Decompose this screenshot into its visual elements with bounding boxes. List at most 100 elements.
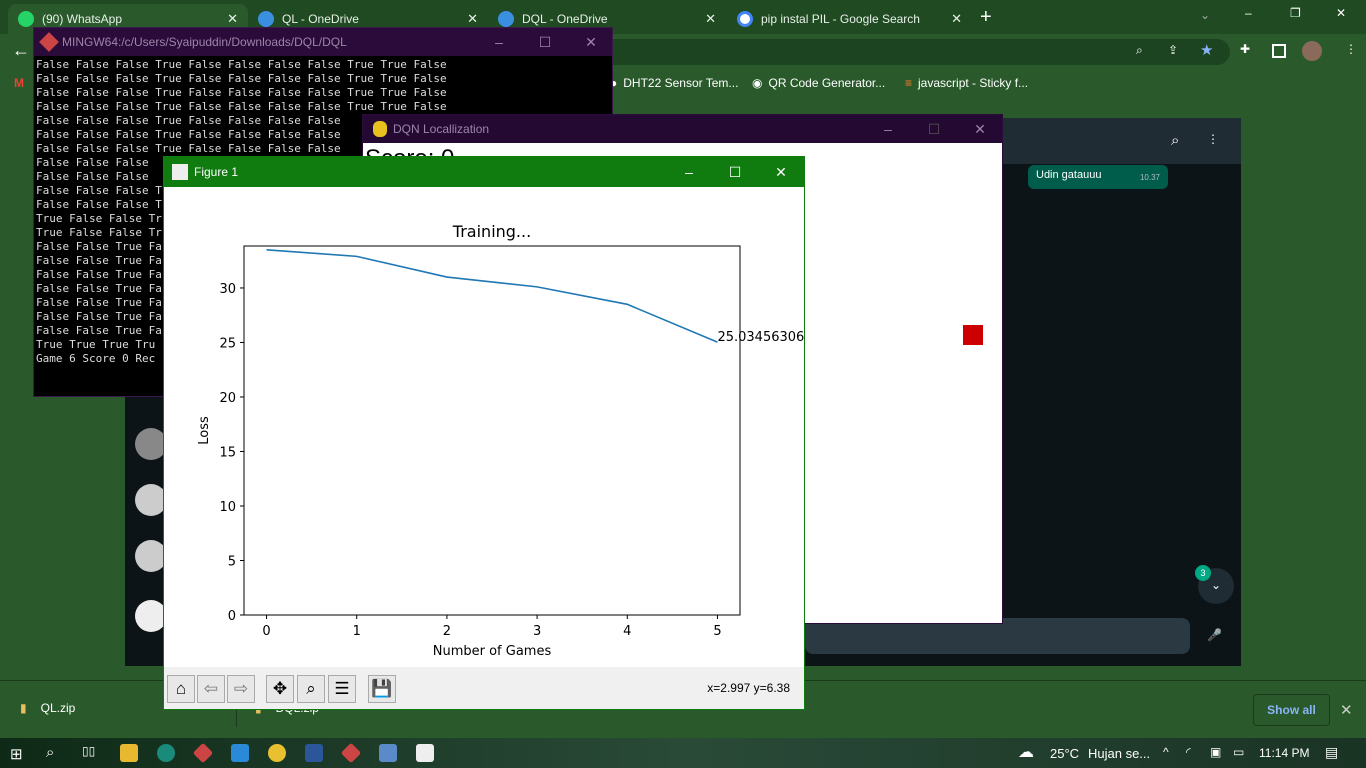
download-item-ql[interactable]: ▮ QL.zip xyxy=(20,701,75,715)
close-icon[interactable]: ✕ xyxy=(568,28,614,56)
maximize-icon[interactable]: ☐ xyxy=(712,157,758,187)
pan-icon[interactable]: ✥ xyxy=(266,675,294,703)
mic-icon[interactable]: 🎤 xyxy=(1207,628,1222,642)
bookmark-star-icon[interactable]: ★ xyxy=(1200,41,1213,59)
word-icon[interactable] xyxy=(305,744,323,762)
zoom-icon[interactable]: ⌕ xyxy=(1136,43,1143,58)
menu-icon[interactable]: ⋮ xyxy=(1207,132,1219,146)
terminal-line: False False False True False False False… xyxy=(36,100,447,113)
close-tab-icon[interactable]: ✕ xyxy=(227,11,238,27)
close-downloads-icon[interactable]: ✕ xyxy=(1340,701,1353,719)
x-tick-label: 4 xyxy=(623,624,631,639)
tab-google-search[interactable]: pip instal PIL - Google Search ✕ xyxy=(727,4,972,34)
figure-titlebar[interactable]: Figure 1 – ☐ ✕ xyxy=(164,157,804,187)
terminal-line: False False False True False False False… xyxy=(36,86,447,99)
show-all-button[interactable]: Show all xyxy=(1253,694,1330,726)
chart-title: Training... xyxy=(452,222,531,241)
search-icon[interactable]: ⌕ xyxy=(46,744,54,761)
windows-start-icon[interactable]: ⊞ xyxy=(10,745,23,763)
bookmark-dht22[interactable]: ● DHT22 Sensor Tem... xyxy=(610,76,738,90)
close-tab-icon[interactable]: ✕ xyxy=(705,11,716,27)
x-tick-label: 5 xyxy=(713,624,721,639)
save-icon[interactable]: 💾 xyxy=(368,675,396,703)
extensions-icon[interactable]: ✚ xyxy=(1240,42,1250,56)
stackoverflow-icon: ≡ xyxy=(905,76,913,90)
taskbar: ⊞ ⌕ ▯▯ ☁ 25°C Hujan se... ^ ◜ ▣ ▭ 11:14 … xyxy=(0,738,1366,768)
show-hidden-icons[interactable]: ^ xyxy=(1163,745,1169,759)
minimize-icon[interactable]: – xyxy=(865,115,911,143)
dqn-titlebar[interactable]: DQN Locallization – ☐ ✕ xyxy=(363,115,1002,143)
weather-temp[interactable]: 25°C xyxy=(1050,746,1079,761)
figure-title: Figure 1 xyxy=(194,165,239,179)
minimize-icon[interactable]: – xyxy=(666,157,712,187)
x-tick-label: 2 xyxy=(443,624,451,639)
matplotlib-icon xyxy=(172,164,188,180)
dqn-title: DQN Locallization xyxy=(393,122,490,136)
task-view-icon[interactable]: ▯▯ xyxy=(82,744,95,758)
y-tick-label: 20 xyxy=(219,391,236,406)
forward-arrow-icon[interactable]: ⇨ xyxy=(227,675,255,703)
maximize-icon[interactable]: ☐ xyxy=(522,28,568,56)
loss-chart[interactable]: 0 1 2 3 4 5 0 5 10 15 20 25 30 25.03456306 Training...… xyxy=(164,187,804,667)
y-tick-label: 5 xyxy=(228,554,236,569)
bookmark-label: DHT22 Sensor Tem... xyxy=(623,76,739,90)
y-axis-label: Loss xyxy=(197,416,212,445)
zoom-icon[interactable]: ⌕ xyxy=(297,675,325,703)
bookmark-qr[interactable]: ◉ QR Code Generator... xyxy=(752,76,885,90)
vscode-icon[interactable] xyxy=(231,744,249,762)
new-tab-button[interactable]: + xyxy=(980,6,992,29)
minimize-icon[interactable]: – xyxy=(1245,6,1252,20)
message-bubble: Udin gatauuu 10.37 xyxy=(1028,165,1168,189)
search-icon[interactable]: ⌕ xyxy=(1171,132,1179,149)
tab-search-icon[interactable]: ⌄ xyxy=(1200,8,1210,22)
share-icon[interactable]: ⇪ xyxy=(1168,43,1178,57)
camera-icon[interactable]: ▣ xyxy=(1210,745,1221,759)
back-arrow-icon[interactable]: ⇦ xyxy=(197,675,225,703)
close-tab-icon[interactable]: ✕ xyxy=(951,11,962,27)
chat-header: ⌕ ⋮ xyxy=(1003,118,1241,164)
git-bash-icon[interactable] xyxy=(192,742,214,764)
notifications-icon[interactable]: ▤ xyxy=(1325,744,1338,761)
matplotlib-icon[interactable] xyxy=(416,744,434,762)
x-axis-label: Number of Games xyxy=(433,644,552,659)
avatar[interactable] xyxy=(1302,41,1322,61)
bookmark-stackoverflow[interactable]: ≡ javascript - Sticky f... xyxy=(905,76,1028,90)
python-icon[interactable] xyxy=(379,744,397,762)
close-icon[interactable]: ✕ xyxy=(957,115,1003,143)
whatsapp-icon xyxy=(18,11,34,27)
terminal-titlebar[interactable]: MINGW64:/c/Users/Syaipuddin/Downloads/DQ… xyxy=(34,28,612,56)
terminal-title: MINGW64:/c/Users/Syaipuddin/Downloads/DQ… xyxy=(62,35,347,49)
matplotlib-toolbar: ⌂ ⇦ ⇨ ✥ ⌕ ☰ 💾 x=2.997 y=6.38 xyxy=(164,667,804,709)
google-icon xyxy=(737,11,753,27)
bookmark-label: QR Code Generator... xyxy=(768,76,886,90)
onedrive-icon xyxy=(258,11,274,27)
close-icon[interactable]: ✕ xyxy=(758,157,804,187)
menu-icon[interactable]: ⋮ xyxy=(1345,42,1357,56)
side-panel-icon[interactable] xyxy=(1272,44,1286,58)
file-explorer-icon[interactable] xyxy=(120,744,138,762)
zip-file-icon: ▮ xyxy=(20,701,27,715)
clock[interactable]: 11:14 PM xyxy=(1259,746,1309,760)
x-tick-label: 1 xyxy=(353,624,361,639)
bookmark-label: javascript - Sticky f... xyxy=(918,76,1029,90)
weather-desc[interactable]: Hujan se... xyxy=(1088,746,1150,761)
cursor-coordinates: x=2.997 y=6.38 xyxy=(707,681,790,695)
maximize-icon[interactable]: ☐ xyxy=(911,115,957,143)
configure-subplots-icon[interactable]: ☰ xyxy=(328,675,356,703)
git-bash-icon[interactable] xyxy=(340,742,362,764)
close-window-icon[interactable]: ✕ xyxy=(1336,6,1346,20)
x-tick-label: 0 xyxy=(262,624,270,639)
wifi-icon[interactable]: ◜ xyxy=(1186,745,1191,759)
gmail-icon[interactable]: M xyxy=(14,76,24,90)
home-icon[interactable]: ⌂ xyxy=(167,675,195,703)
agent-target-square xyxy=(963,325,983,345)
battery-icon[interactable]: ▭ xyxy=(1233,745,1244,759)
weather-icon: ☁ xyxy=(1018,744,1034,761)
minimize-icon[interactable]: – xyxy=(476,28,522,56)
back-icon[interactable]: ← xyxy=(12,40,30,61)
figure-window[interactable]: Figure 1 – ☐ ✕ 0 1 2 3 4 5 0 5 10 15 20 25 30 25.0345… xyxy=(163,156,805,710)
chrome-icon[interactable] xyxy=(268,744,286,762)
app-icon[interactable] xyxy=(157,744,175,762)
restore-icon[interactable]: ❐ xyxy=(1290,6,1301,20)
close-tab-icon[interactable]: ✕ xyxy=(467,11,478,27)
